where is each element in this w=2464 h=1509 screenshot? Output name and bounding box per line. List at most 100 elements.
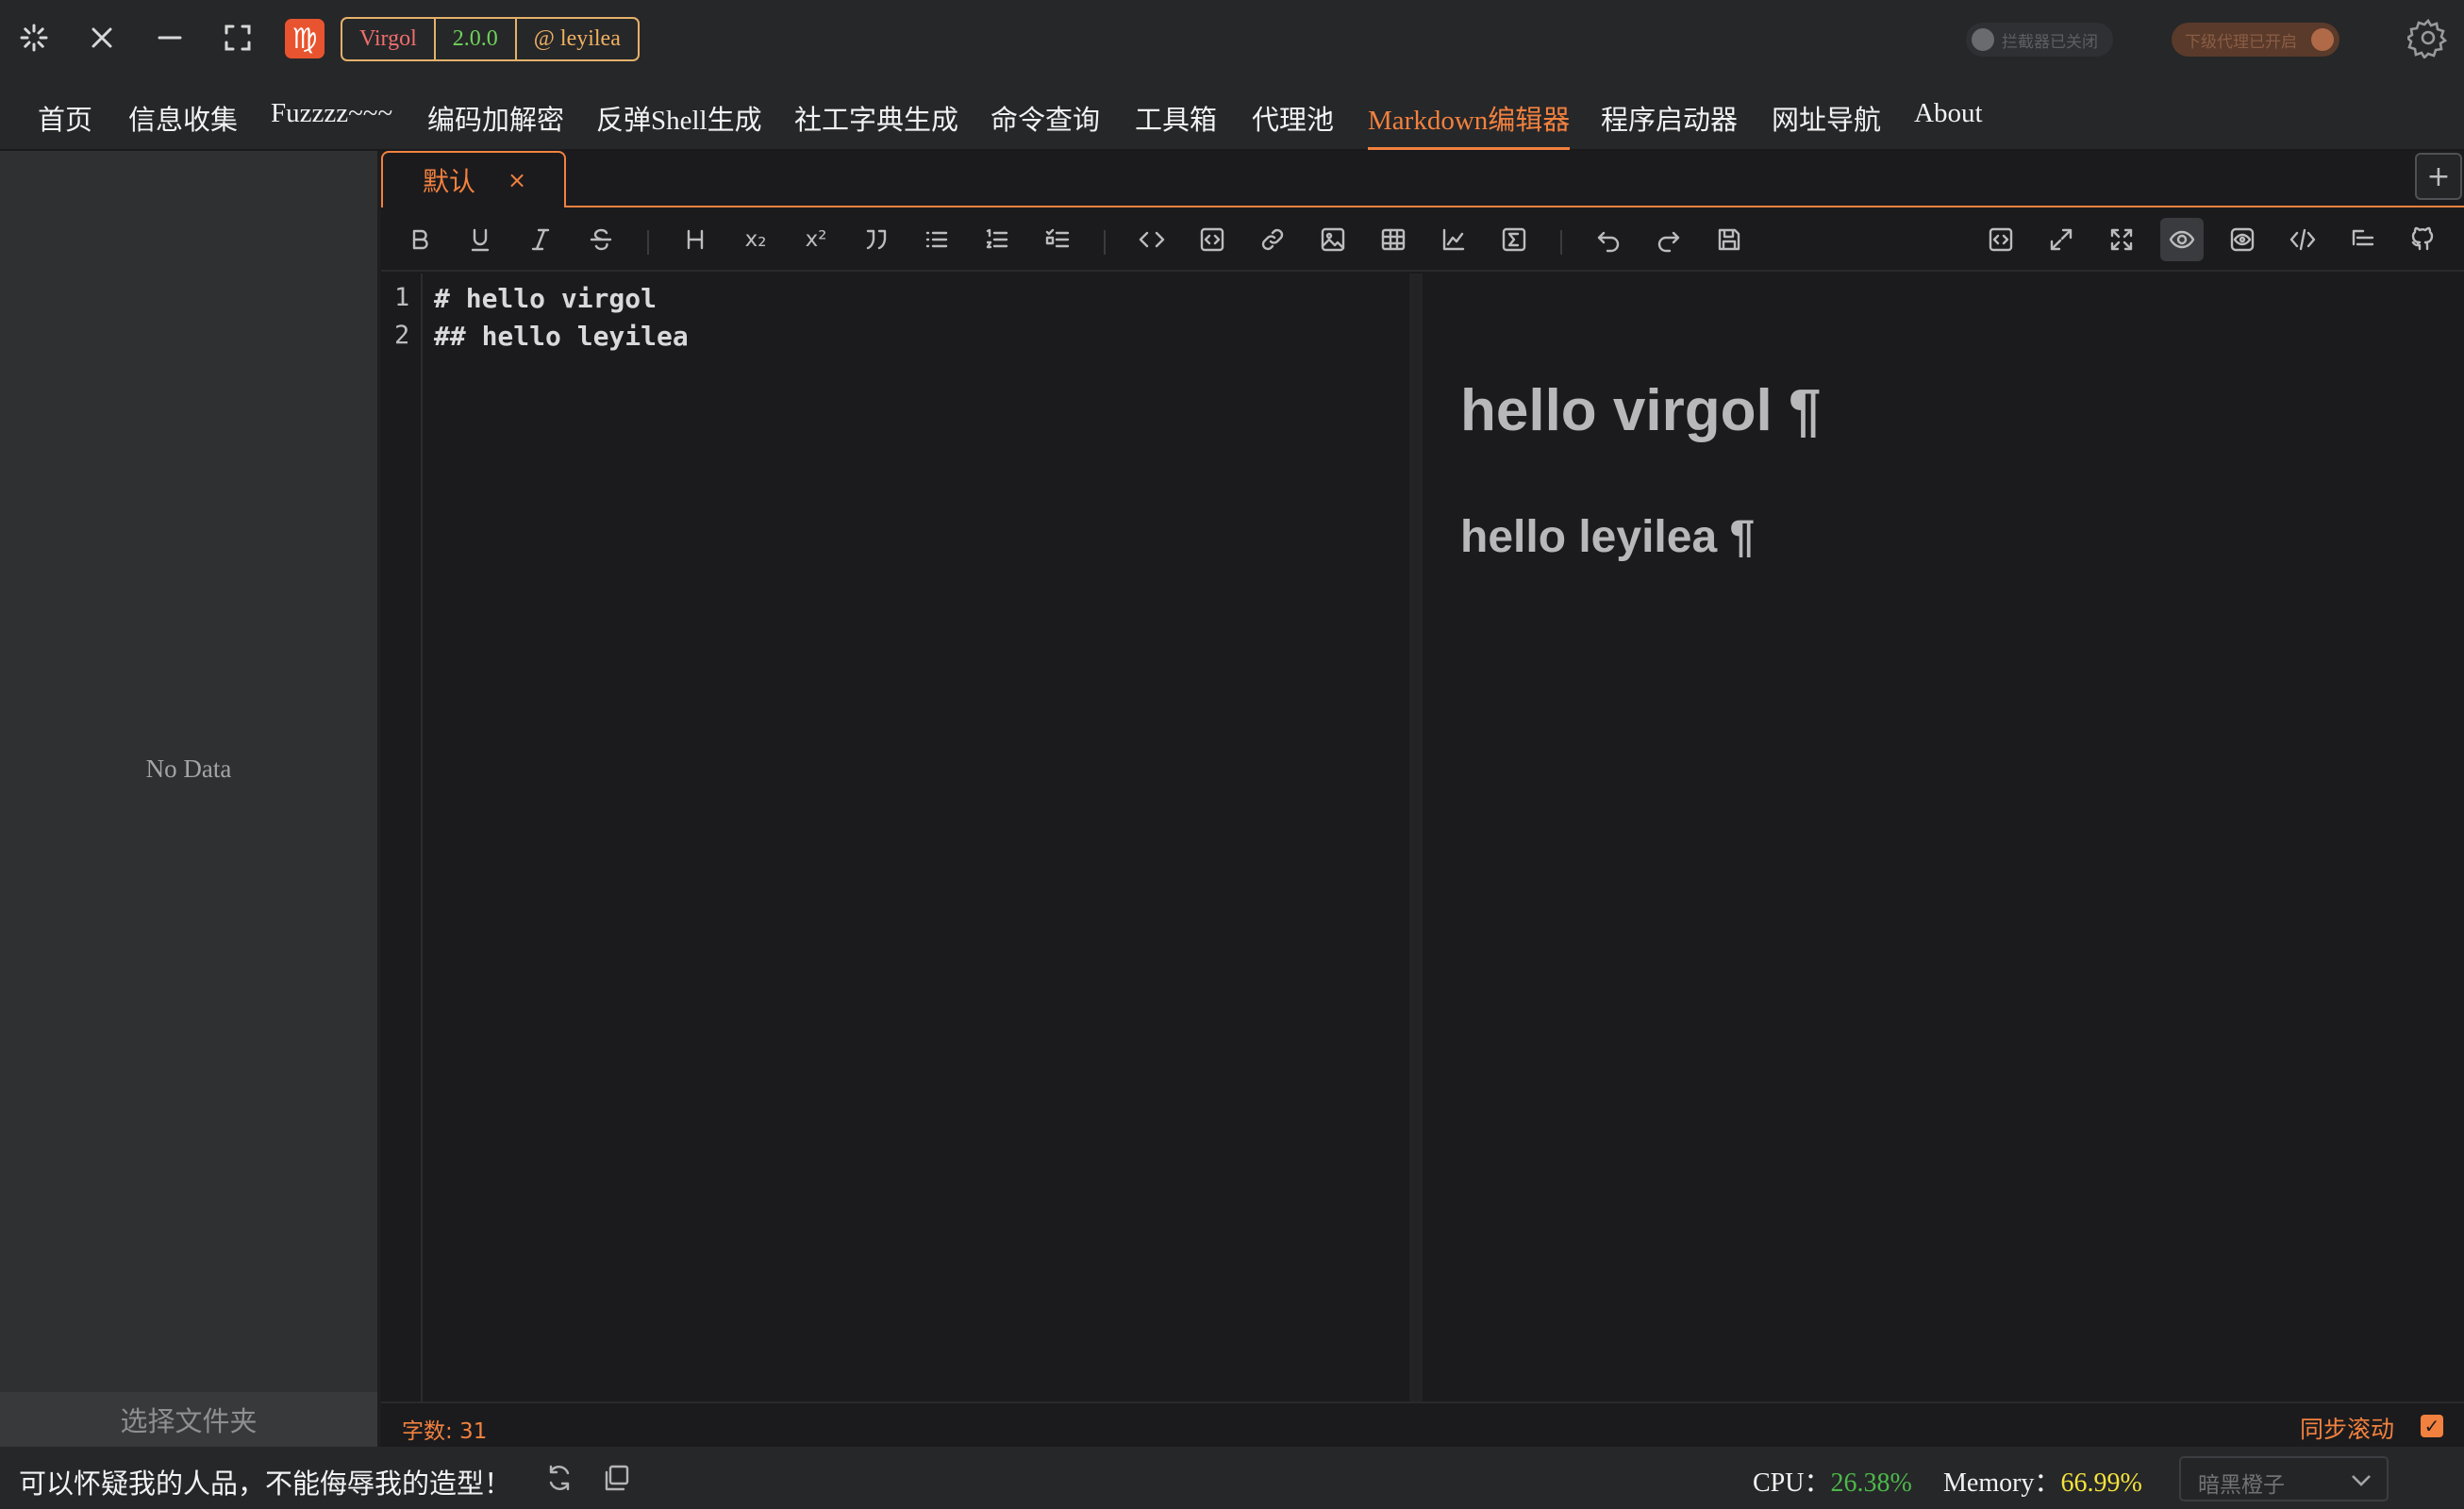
empty-state-text: No Data (145, 754, 232, 783)
toolbar-separator (1560, 230, 1562, 255)
proxy-switch[interactable]: 下级代理已开启 (2172, 23, 2339, 57)
settings-gear-icon[interactable] (2405, 17, 2449, 60)
author-badge[interactable]: @ leyilea (517, 19, 638, 59)
catalog-icon[interactable] (2341, 218, 2385, 261)
underline-icon[interactable] (458, 218, 502, 261)
cpu-usage: CPU：26.38% (1753, 1462, 1912, 1500)
menu-item-home[interactable]: 首页 (38, 98, 92, 138)
sync-scroll-checkbox[interactable]: ✓ (2421, 1415, 2443, 1437)
interceptor-switch-label: 拦截器已关闭 (2002, 32, 2098, 52)
strikethrough-icon[interactable] (579, 218, 623, 261)
memory-usage: Memory：66.99% (1943, 1462, 2142, 1500)
unordered-list-icon[interactable] (915, 218, 958, 261)
menu-item-encode-decode[interactable]: 编码加解密 (427, 98, 564, 138)
markdown-source-editor[interactable]: 1 2 # hello virgol ## hello leyilea (381, 274, 1409, 1401)
preview-heading-2-text: hello leyilea (1460, 512, 1718, 562)
markdown-preview: hello virgol ¶ hello leyilea ¶ (1423, 274, 2464, 1401)
preview-only-icon[interactable] (2221, 218, 2264, 261)
preview-icon[interactable] (2160, 218, 2204, 261)
preview-heading-2: hello leyilea ¶ (1460, 511, 1755, 563)
menu-item-command-lookup[interactable]: 命令查询 (991, 98, 1100, 138)
task-list-icon[interactable] (1036, 218, 1079, 261)
heading-anchor-icon[interactable]: ¶ (1789, 378, 1821, 443)
chart-icon[interactable] (1432, 218, 1475, 261)
title-bar: ♍ Virgol 2.0.0 @ leyilea 拦截器已关闭 下级代理已开启 (0, 0, 2464, 75)
line-number-gutter: 1 2 (381, 274, 423, 1401)
editor-tab-bar: 默认 × (381, 151, 2464, 207)
menu-item-fuzz[interactable]: Fuzzzz~~~ (271, 98, 392, 129)
preview-heading-1: hello virgol ¶ (1460, 377, 1821, 444)
tab-default[interactable]: 默认 × (381, 151, 566, 207)
app-logo: ♍ (285, 19, 325, 58)
table-icon[interactable] (1372, 218, 1415, 261)
add-tab-button[interactable]: + (2415, 153, 2462, 200)
heading-anchor-icon[interactable]: ¶ (1729, 512, 1755, 562)
version-badge: 2.0.0 (436, 19, 517, 59)
code-block-icon[interactable] (1190, 218, 1234, 261)
heading-icon[interactable] (674, 218, 717, 261)
cpu-value: 26.38% (1830, 1468, 1912, 1498)
word-count: 字数: 31 (402, 1419, 488, 1444)
select-folder-button[interactable]: 选择文件夹 (0, 1392, 377, 1447)
minimize-window-icon[interactable] (143, 11, 196, 64)
menu-item-proxy-pool[interactable]: 代理池 (1252, 98, 1334, 138)
file-sidebar: No Data (0, 151, 377, 1392)
superscript-icon[interactable]: x² (794, 218, 838, 261)
toolbar-separator (1104, 230, 1106, 255)
preview-heading-1-text: hello virgol (1460, 378, 1773, 443)
theme-select[interactable]: 暗黑橙子 (2179, 1456, 2389, 1501)
cpu-label: CPU： (1753, 1468, 1831, 1498)
page-fullscreen-icon[interactable] (2039, 218, 2083, 261)
copy-icon[interactable] (600, 1462, 632, 1494)
menu-item-markdown-editor[interactable]: Markdown编辑器 (1368, 98, 1571, 150)
fullscreen-icon[interactable] (2100, 218, 2143, 261)
editor-status-bar: 字数: 31 同步滚动 ✓ (381, 1401, 2464, 1447)
superscript-glyph: x² (805, 227, 827, 252)
chevron-down-icon (2352, 1475, 2371, 1486)
html-preview-icon[interactable] (2281, 218, 2324, 261)
memory-label: Memory： (1943, 1468, 2061, 1498)
menu-item-reverse-shell[interactable]: 反弹Shell生成 (596, 98, 762, 138)
code-line[interactable]: # hello virgol (434, 283, 657, 314)
interceptor-switch[interactable]: 拦截器已关闭 (1966, 23, 2113, 57)
loading-spinner-icon[interactable] (8, 11, 60, 64)
code-line[interactable]: ## hello leyilea (434, 321, 689, 352)
memory-value: 66.99% (2060, 1468, 2142, 1498)
menu-item-info-gathering[interactable]: 信息收集 (128, 98, 238, 138)
tab-label: 默认 (423, 166, 476, 197)
slogan-text: 可以怀疑我的人品，不能侮辱我的造型！ (19, 1469, 512, 1500)
blockquote-icon[interactable] (855, 218, 898, 261)
undo-icon[interactable] (1587, 218, 1630, 261)
main-menu: 首页 信息收集 Fuzzzz~~~ 编码加解密 反弹Shell生成 社工字典生成… (0, 75, 2464, 151)
image-icon[interactable] (1311, 218, 1355, 261)
bold-icon[interactable] (398, 218, 441, 261)
code-view-icon[interactable] (1979, 218, 2023, 261)
italic-icon[interactable] (519, 218, 562, 261)
ordered-list-icon[interactable] (975, 218, 1019, 261)
app-name-badge: Virgol (342, 19, 436, 59)
refresh-icon[interactable] (543, 1462, 575, 1494)
save-icon[interactable] (1707, 218, 1751, 261)
virgo-logo-icon: ♍ (291, 22, 318, 56)
toolbar-separator (647, 230, 649, 255)
app-footer: 可以怀疑我的人品，不能侮辱我的造型！ CPU：26.38% Memory：66.… (0, 1447, 2464, 1509)
menu-item-social-dictionary[interactable]: 社工字典生成 (794, 98, 958, 138)
github-icon[interactable] (2402, 218, 2445, 261)
sync-scroll-label[interactable]: 同步滚动 (2300, 1411, 2394, 1445)
link-icon[interactable] (1251, 218, 1294, 261)
pane-splitter[interactable] (1409, 274, 1423, 1401)
tab-close-icon[interactable]: × (508, 167, 526, 193)
close-window-icon[interactable] (75, 11, 128, 64)
menu-item-about[interactable]: About (1914, 98, 1983, 129)
line-number: 2 (394, 321, 410, 350)
menu-item-toolbox[interactable]: 工具箱 (1135, 98, 1217, 138)
line-number: 1 (394, 283, 410, 312)
fullscreen-window-icon[interactable] (211, 11, 264, 64)
formula-icon[interactable] (1492, 218, 1536, 261)
inline-code-icon[interactable] (1130, 218, 1174, 261)
redo-icon[interactable] (1647, 218, 1690, 261)
menu-item-url-navigation[interactable]: 网址导航 (1772, 98, 1881, 138)
menu-item-program-launcher[interactable]: 程序启动器 (1601, 98, 1738, 138)
app-info-badges: Virgol 2.0.0 @ leyilea (341, 17, 640, 61)
subscript-icon[interactable]: x₂ (734, 218, 777, 261)
